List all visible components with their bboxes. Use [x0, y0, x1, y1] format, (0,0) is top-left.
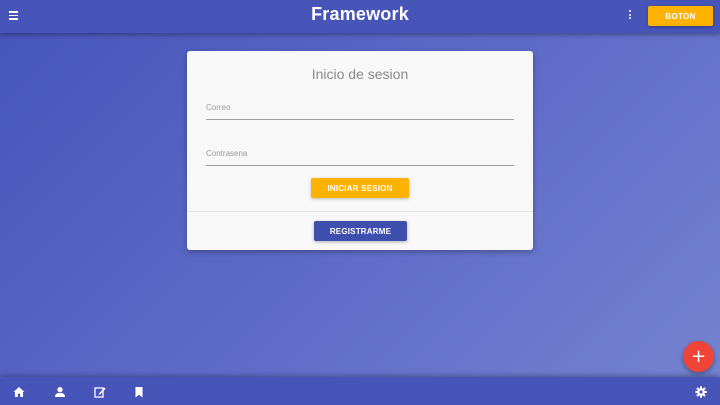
card-divider	[187, 211, 533, 212]
edit-icon[interactable]	[94, 386, 106, 398]
password-input[interactable]	[206, 152, 514, 166]
app-title: Framework	[311, 4, 409, 24]
settings-icon[interactable]	[695, 386, 707, 398]
bottom-nav-bar	[0, 377, 720, 405]
more-vert-icon[interactable]	[627, 10, 633, 22]
boton-button[interactable]: BOTON	[648, 6, 713, 26]
top-app-bar: Framework BOTON	[0, 0, 720, 33]
password-field: Contrasena	[206, 149, 514, 166]
card-title: Inicio de sesion	[311, 66, 409, 82]
email-underline	[206, 119, 514, 120]
registrarme-button[interactable]: REGISTRARME	[314, 221, 407, 241]
menu-icon[interactable]	[9, 11, 18, 20]
password-underline	[206, 165, 514, 166]
home-icon[interactable]	[13, 386, 25, 398]
add-fab-button[interactable]: +	[683, 341, 714, 372]
person-icon[interactable]	[54, 386, 66, 398]
email-field: Correo	[206, 103, 514, 120]
add-icon: +	[690, 346, 707, 367]
iniciar-sesion-button[interactable]: INICIAR SESION	[311, 178, 409, 198]
email-input[interactable]	[206, 106, 514, 120]
bookmark-icon[interactable]	[133, 386, 145, 398]
login-card: Inicio de sesion Correo Contrasena INICI…	[187, 51, 533, 250]
